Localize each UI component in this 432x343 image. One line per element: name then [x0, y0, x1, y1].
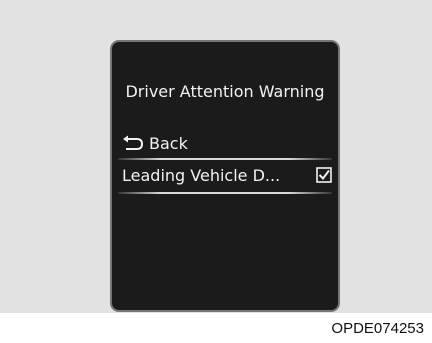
divider — [118, 158, 332, 160]
figure-panel: Driver Attention Warning Back Leading Ve… — [0, 0, 432, 313]
back-label: Back — [149, 133, 188, 153]
menu-item-label: Leading Vehicle D... — [122, 165, 281, 185]
figure-code: OPDE074253 — [331, 320, 424, 337]
menu-item-leading-vehicle[interactable]: Leading Vehicle D... — [122, 162, 332, 188]
back-button[interactable]: Back — [122, 131, 188, 155]
checkbox-checked-icon[interactable] — [316, 167, 332, 183]
cluster-display: Driver Attention Warning Back Leading Ve… — [110, 40, 340, 312]
back-arrow-icon — [122, 135, 144, 151]
screen-title: Driver Attention Warning — [125, 82, 325, 101]
divider — [118, 192, 332, 194]
